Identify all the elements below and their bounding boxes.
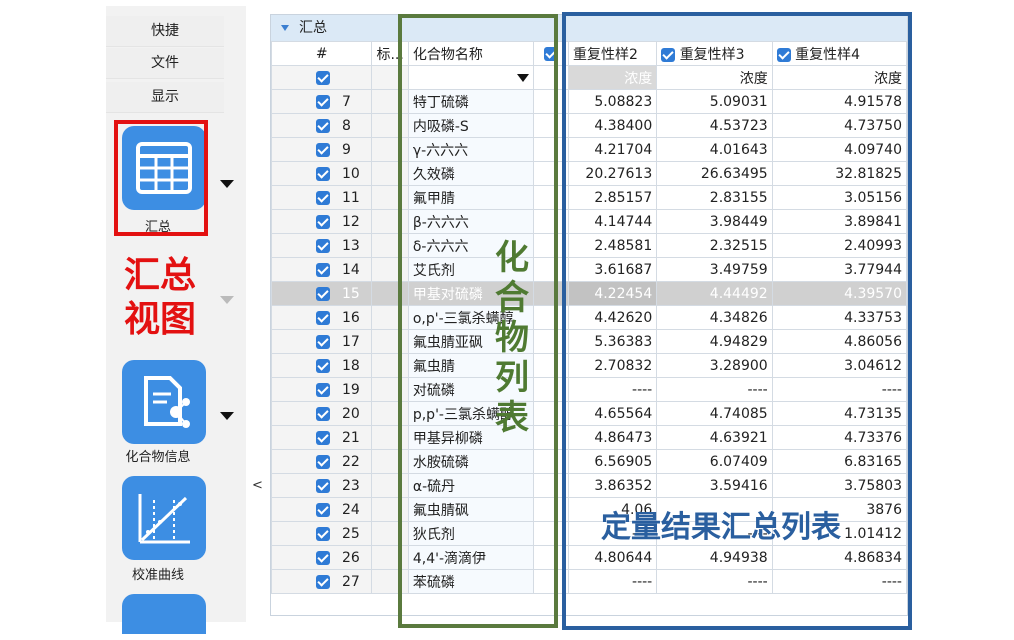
row-checkbox[interactable] (316, 118, 330, 133)
row-index-cell[interactable]: 10 (271, 161, 373, 186)
row-index-cell[interactable]: 21 (271, 425, 373, 450)
row-number: 27 (342, 573, 360, 590)
row-checkbox[interactable] (316, 238, 330, 253)
row-number: 23 (342, 477, 360, 494)
calibration-curve-label: 校准曲线 (131, 568, 184, 583)
row-index-cell[interactable]: 17 (271, 329, 373, 354)
row-index-cell[interactable]: 23 (271, 473, 373, 498)
row-number: 16 (342, 309, 360, 326)
row-number: 17 (342, 333, 360, 350)
row-index-cell[interactable]: 15 (271, 281, 373, 306)
row-checkbox[interactable] (316, 430, 330, 445)
row-checkbox[interactable] (316, 310, 330, 325)
row-number: 8 (342, 117, 351, 134)
row-checkbox[interactable] (316, 166, 330, 181)
row-number: 9 (342, 141, 351, 158)
row-number: 21 (342, 429, 360, 446)
row-checkbox[interactable] (316, 502, 330, 517)
row-checkbox[interactable] (316, 142, 330, 157)
document-network-icon (144, 376, 190, 428)
row-index-cell[interactable]: 16 (271, 305, 373, 330)
tab-shortcut[interactable]: 快捷 (106, 16, 224, 47)
row-number: 10 (342, 165, 360, 182)
row-index-cell[interactable]: 26 (271, 545, 373, 570)
compound-info-dropdown-icon[interactable] (220, 412, 234, 420)
row-index-cell[interactable]: 18 (271, 353, 373, 378)
compound-list-annotation: 化合物列表 (495, 238, 529, 438)
row-number: 12 (342, 213, 360, 230)
row-checkbox[interactable] (316, 382, 330, 397)
row-checkbox[interactable] (316, 550, 330, 565)
row-index-cell[interactable]: 19 (271, 377, 373, 402)
view-dropdown-icon[interactable] (220, 296, 234, 304)
row-index-cell[interactable]: 14 (271, 257, 373, 282)
row-index-cell[interactable]: 27 (271, 569, 373, 594)
row-number: 13 (342, 237, 360, 254)
calibration-curve-icon (138, 494, 190, 544)
row-checkbox[interactable] (316, 94, 330, 109)
row-number: 26 (342, 549, 360, 566)
header-index[interactable]: # (271, 41, 373, 66)
row-checkbox[interactable] (316, 286, 330, 301)
row-checkbox[interactable] (316, 358, 330, 373)
row-number: 7 (342, 93, 351, 110)
summary-view-annotation: 汇总视图 (124, 255, 197, 340)
quant-table-annotation: 定量结果汇总列表 (601, 510, 841, 545)
row-checkbox[interactable] (316, 190, 330, 205)
compound-info-label: 化合物信息 (125, 450, 191, 465)
expand-triangle-icon[interactable] (281, 25, 289, 31)
calibration-curve-button[interactable] (122, 476, 206, 560)
select-all-checkbox[interactable] (316, 70, 330, 85)
summary-highlight-box (114, 120, 208, 236)
row-number: 15 (342, 285, 360, 302)
summary-dropdown-icon[interactable] (220, 180, 234, 188)
row-number: 24 (342, 501, 360, 518)
row-index-cell[interactable]: 9 (271, 137, 373, 162)
row-index-cell[interactable]: 24 (271, 497, 373, 522)
row-number: 18 (342, 357, 360, 374)
row-index-cell[interactable]: 13 (271, 233, 373, 258)
row-checkbox[interactable] (316, 478, 330, 493)
row-index-cell[interactable]: 11 (271, 185, 373, 210)
row-number: 25 (342, 525, 360, 542)
row-index-cell[interactable]: 8 (271, 113, 373, 138)
tab-display[interactable]: 显示 (106, 82, 224, 113)
tab-file[interactable]: 文件 (106, 48, 224, 79)
row-number: 22 (342, 453, 360, 470)
group-title: 汇总 (299, 20, 327, 36)
collapse-panel-toggle[interactable]: < (252, 478, 263, 493)
row-number: 14 (342, 261, 360, 278)
row-checkbox[interactable] (316, 526, 330, 541)
row-checkbox[interactable] (316, 454, 330, 469)
row-checkbox[interactable] (316, 406, 330, 421)
row-number: 19 (342, 381, 360, 398)
row-index-cell[interactable]: 7 (271, 89, 373, 114)
row-checkbox[interactable] (316, 334, 330, 349)
row-index-cell[interactable]: 12 (271, 209, 373, 234)
compound-list-highlight-box (398, 14, 558, 628)
row-checkbox[interactable] (316, 574, 330, 589)
row-index-cell[interactable]: 20 (271, 401, 373, 426)
row-index-cell[interactable]: 22 (271, 449, 373, 474)
more-tool-button[interactable] (122, 594, 206, 634)
row-checkbox[interactable] (316, 214, 330, 229)
row-checkbox[interactable] (316, 262, 330, 277)
row-index-cell[interactable]: 25 (271, 521, 373, 546)
compound-info-button[interactable] (122, 360, 206, 444)
row-number: 20 (342, 405, 360, 422)
select-all-cell[interactable] (271, 65, 373, 90)
row-number: 11 (342, 189, 360, 206)
